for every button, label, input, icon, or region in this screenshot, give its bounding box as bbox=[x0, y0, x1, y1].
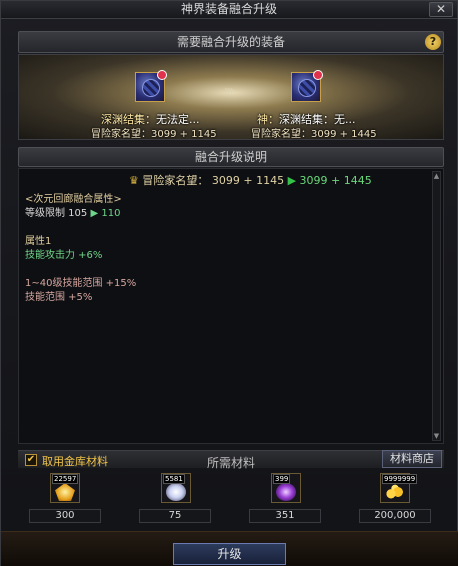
upgrade-arrows-icon: ››› bbox=[224, 83, 235, 99]
material-slot-white-orb[interactable]: 5581 bbox=[161, 473, 191, 503]
attr-section-title: <次元回廊融合属性> bbox=[25, 194, 122, 205]
use-vault-label[interactable]: 取用金库材料 bbox=[42, 453, 108, 469]
equip-display-area: ››› 深渊结集：无法定... 冒险家名望：3099 + 1145 神：深渊结集… bbox=[18, 54, 444, 140]
scroll-up-icon[interactable]: ▲ bbox=[433, 172, 440, 180]
use-vault-checkbox[interactable]: ✔ bbox=[25, 454, 37, 466]
material-slot-gold-coins[interactable]: 9999999 bbox=[380, 473, 418, 503]
material-stock: 22597 bbox=[52, 474, 79, 484]
material-required-amount: 75 bbox=[139, 509, 211, 523]
source-equip-slot[interactable] bbox=[135, 70, 167, 102]
white-orb-icon bbox=[166, 483, 186, 501]
window-title: 神界装备融合升级 bbox=[180, 2, 277, 16]
reputation-label: 冒险家名望： bbox=[142, 174, 209, 187]
abyss-orb-icon bbox=[298, 79, 316, 97]
material-slot-purple-orb[interactable]: 399 bbox=[271, 473, 301, 503]
material-stock: 5581 bbox=[163, 474, 185, 484]
gold-coins-icon bbox=[385, 483, 405, 501]
reputation-from: 3099 + 1145 bbox=[211, 174, 285, 187]
level-limit-new: 110 bbox=[101, 208, 121, 219]
skill-attack-line: 技能攻击力 +6% bbox=[25, 250, 103, 261]
level-limit-text: 等级限制 105 bbox=[25, 208, 88, 219]
description-scrollbar[interactable]: ▲ ▼ bbox=[432, 171, 441, 441]
material-required-amount: 351 bbox=[249, 509, 321, 523]
skill-range-line: 技能范围 +5% bbox=[25, 292, 93, 303]
skill-range-low-line: 1~40级技能范围 +15% bbox=[25, 278, 137, 289]
equip-panel-title: 需要融合升级的装备 bbox=[176, 35, 285, 49]
equip-panel-header: 需要融合升级的装备 ? bbox=[18, 31, 444, 53]
fusion-upgrade-window: 神界装备融合升级 ✕ 需要融合升级的装备 ? ››› 深渊结集：无法定... 冒… bbox=[0, 0, 458, 566]
play-arrow-icon: ▶ bbox=[287, 174, 297, 187]
close-button[interactable]: ✕ bbox=[429, 2, 453, 17]
abyss-orb-icon bbox=[142, 79, 160, 97]
reputation-to: 3099 + 1445 bbox=[299, 174, 372, 187]
source-equip-reputation: 冒险家名望：3099 + 1145 bbox=[91, 129, 217, 140]
target-equip-slot[interactable] bbox=[291, 70, 323, 102]
material-slot-gold-crystal[interactable]: 22597 bbox=[50, 473, 80, 503]
target-equip-reputation: 冒险家名望：3099 + 1445 bbox=[251, 129, 377, 140]
crown-icon: ♛ bbox=[129, 174, 139, 187]
description-area: ♛ 冒险家名望： 3099 + 1145 ▶ 3099 + 1445 <次元回廊… bbox=[18, 168, 444, 444]
material-required-amount: 300 bbox=[29, 509, 101, 523]
material-shop-button[interactable]: 材料商店 bbox=[382, 450, 442, 468]
help-icon[interactable]: ? bbox=[425, 34, 441, 50]
scroll-down-icon[interactable]: ▼ bbox=[433, 432, 440, 440]
upgrade-button[interactable]: 升级 bbox=[173, 543, 286, 565]
window-titlebar[interactable]: 神界装备融合升级 ✕ bbox=[1, 1, 457, 19]
material-required-amount: 200,000 bbox=[359, 509, 431, 523]
level-limit-line: 等级限制 105 ▶ 110 bbox=[25, 204, 120, 219]
material-stock: 399 bbox=[273, 474, 291, 484]
purple-orb-icon bbox=[276, 483, 296, 501]
gold-crystal-icon bbox=[55, 483, 75, 501]
material-stock: 9999999 bbox=[382, 474, 418, 484]
description-header: 融合升级说明 bbox=[18, 147, 444, 167]
attr-group-title: 属性1 bbox=[25, 236, 52, 247]
reputation-change-line: ♛ 冒险家名望： 3099 + 1145 ▶ 3099 + 1445 bbox=[129, 172, 372, 188]
play-arrow-icon: ▶ bbox=[90, 208, 99, 219]
materials-bar: ✔ 取用金库材料 所需材料 材料商店 bbox=[18, 450, 444, 470]
